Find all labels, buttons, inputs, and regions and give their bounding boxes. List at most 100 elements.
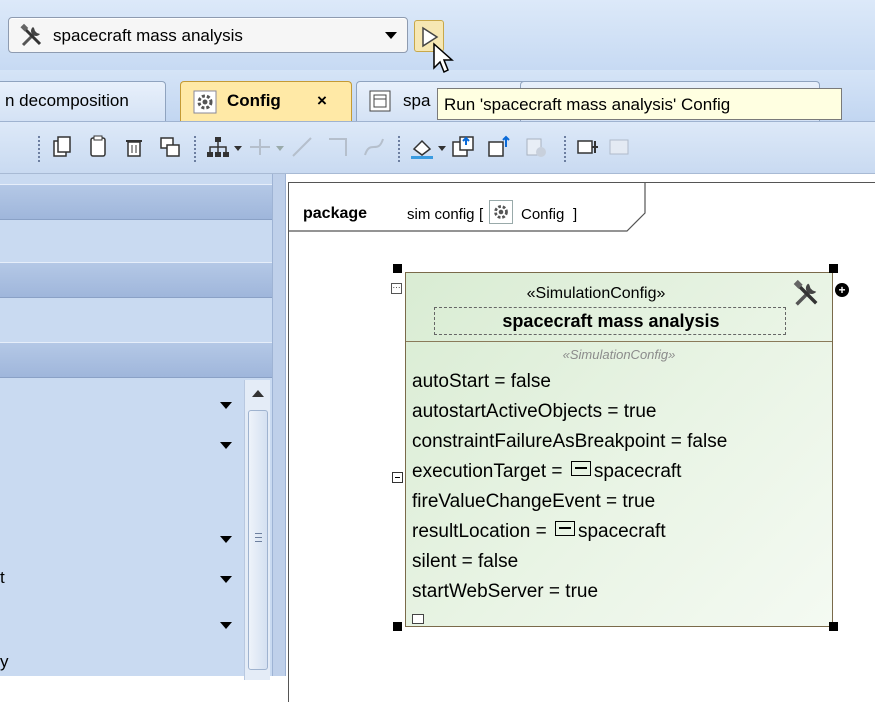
mouse-cursor-icon bbox=[433, 42, 454, 74]
chevron-down-icon[interactable] bbox=[220, 442, 232, 449]
chevron-down-icon[interactable] bbox=[220, 576, 232, 583]
property-operator: = bbox=[600, 491, 623, 512]
frame-keyword: package bbox=[303, 205, 368, 222]
scrollbar-thumb[interactable] bbox=[248, 410, 268, 670]
bezier-path-icon bbox=[364, 138, 384, 156]
tab-label: Config bbox=[227, 91, 281, 110]
tab-label: n decomposition bbox=[5, 91, 129, 110]
property-row[interactable]: executionTarget = spacecraft bbox=[412, 461, 681, 483]
property-name: constraintFailureAsBreakpoint bbox=[412, 431, 666, 452]
resize-handle[interactable] bbox=[393, 264, 402, 273]
delete-icon[interactable] bbox=[120, 133, 148, 161]
toolbar-separator bbox=[564, 136, 566, 162]
property-operator: = bbox=[543, 581, 566, 602]
collapse-icon[interactable] bbox=[392, 472, 403, 483]
resize-handle[interactable] bbox=[829, 264, 838, 273]
property-value: true bbox=[622, 491, 656, 512]
compartment-toggle-icon[interactable]: ··· bbox=[391, 283, 402, 294]
property-row[interactable]: resultLocation = spacecraft bbox=[412, 521, 666, 543]
property-operator: = bbox=[665, 431, 688, 452]
hide-icon bbox=[526, 138, 546, 157]
close-icon[interactable]: × bbox=[317, 91, 327, 111]
block-name-field[interactable]: spacecraft mass analysis bbox=[434, 307, 786, 335]
tools-icon bbox=[20, 23, 42, 47]
compartment-divider bbox=[406, 341, 832, 342]
property-name: silent bbox=[412, 551, 457, 572]
block-element-icon bbox=[554, 521, 575, 536]
bring-to-front-icon[interactable] bbox=[450, 133, 478, 161]
chevron-down-icon[interactable] bbox=[234, 146, 242, 151]
toolbar-separator bbox=[398, 136, 400, 162]
tab-label: spa bbox=[403, 91, 431, 110]
paste-icon[interactable] bbox=[84, 133, 112, 161]
grid-icon bbox=[609, 139, 629, 155]
expand-icon[interactable] bbox=[412, 614, 424, 624]
resize-handle[interactable] bbox=[393, 622, 402, 631]
oblique-path-icon bbox=[292, 137, 312, 157]
property-row[interactable]: autoStart = false bbox=[412, 371, 551, 393]
property-name: autostartActiveObjects bbox=[412, 401, 603, 422]
panel-row-label: y bbox=[0, 652, 9, 671]
property-row[interactable]: fireValueChangeEvent = true bbox=[412, 491, 655, 513]
tab-config[interactable]: Config × bbox=[180, 81, 352, 121]
layout-tree-icon[interactable] bbox=[204, 133, 232, 161]
frame-diagram-type: Config bbox=[521, 206, 565, 223]
diagram-icon bbox=[369, 90, 391, 112]
gear-icon bbox=[489, 200, 513, 224]
property-operator: = bbox=[530, 521, 552, 542]
property-row[interactable]: silent = false bbox=[412, 551, 518, 573]
simulation-config-selected: spacecraft mass analysis bbox=[53, 26, 243, 45]
rectilinear-path-icon bbox=[329, 138, 347, 156]
property-operator: = bbox=[456, 551, 479, 572]
simulation-config-combo[interactable]: spacecraft mass analysis bbox=[8, 17, 408, 53]
compartment-stereotype: «SimulationConfig» bbox=[562, 347, 676, 362]
toolbar-separator bbox=[194, 136, 196, 162]
chevron-down-icon[interactable] bbox=[220, 402, 232, 409]
property-value: false bbox=[510, 371, 551, 392]
path-style-icon bbox=[250, 139, 270, 155]
gear-icon bbox=[193, 90, 217, 114]
panel-section-header[interactable] bbox=[0, 342, 272, 378]
frame-bracket: ] bbox=[573, 206, 578, 223]
insert-icon[interactable] bbox=[574, 133, 602, 161]
simulation-config-block[interactable]: «SimulationConfig» spacecraft mass analy… bbox=[405, 272, 833, 627]
property-operator: = bbox=[546, 461, 568, 482]
panel-section-header[interactable] bbox=[0, 262, 272, 298]
property-operator: = bbox=[602, 401, 624, 422]
property-value: spacecraft bbox=[593, 461, 682, 482]
frame-bracket: [ bbox=[479, 206, 484, 223]
tools-icon bbox=[793, 279, 818, 306]
property-value: false bbox=[687, 431, 728, 452]
property-name: resultLocation bbox=[412, 521, 531, 542]
scroll-up-icon[interactable] bbox=[252, 390, 264, 397]
chevron-down-icon[interactable] bbox=[438, 146, 446, 151]
property-row[interactable]: constraintFailureAsBreakpoint = false bbox=[412, 431, 727, 453]
toolbar-separator bbox=[38, 136, 40, 162]
fill-color-icon[interactable] bbox=[408, 133, 436, 161]
grip-icon bbox=[255, 533, 262, 545]
block-name: spacecraft mass analysis bbox=[502, 311, 720, 331]
property-row[interactable]: autostartActiveObjects = true bbox=[412, 401, 657, 423]
run-tooltip: Run 'spacecraft mass analysis' Config bbox=[437, 88, 842, 120]
resize-handle[interactable] bbox=[829, 622, 838, 631]
property-value: false bbox=[478, 551, 519, 572]
property-row[interactable]: startWebServer = true bbox=[412, 581, 598, 603]
chevron-down-icon[interactable] bbox=[385, 32, 397, 39]
send-to-back-icon[interactable] bbox=[486, 133, 514, 161]
panel-splitter[interactable] bbox=[272, 174, 286, 676]
copy-icon[interactable] bbox=[48, 133, 76, 161]
panel-row-label: t bbox=[0, 568, 5, 587]
containment-panel: t y bbox=[0, 174, 272, 680]
property-value: true bbox=[565, 581, 599, 602]
panel-scrollbar[interactable] bbox=[244, 380, 270, 680]
property-value: spacecraft bbox=[577, 521, 666, 542]
chevron-down-icon[interactable] bbox=[220, 536, 232, 543]
block-element-icon bbox=[570, 461, 591, 476]
tab-decomposition[interactable]: n decomposition bbox=[0, 81, 166, 121]
chevron-down-icon[interactable] bbox=[220, 622, 232, 629]
property-name: fireValueChangeEvent bbox=[412, 491, 601, 512]
smart-manipulator-icon[interactable]: + bbox=[835, 283, 849, 297]
duplicate-icon[interactable] bbox=[156, 133, 184, 161]
panel-section-header[interactable] bbox=[0, 184, 272, 220]
property-name: autoStart bbox=[412, 371, 490, 392]
